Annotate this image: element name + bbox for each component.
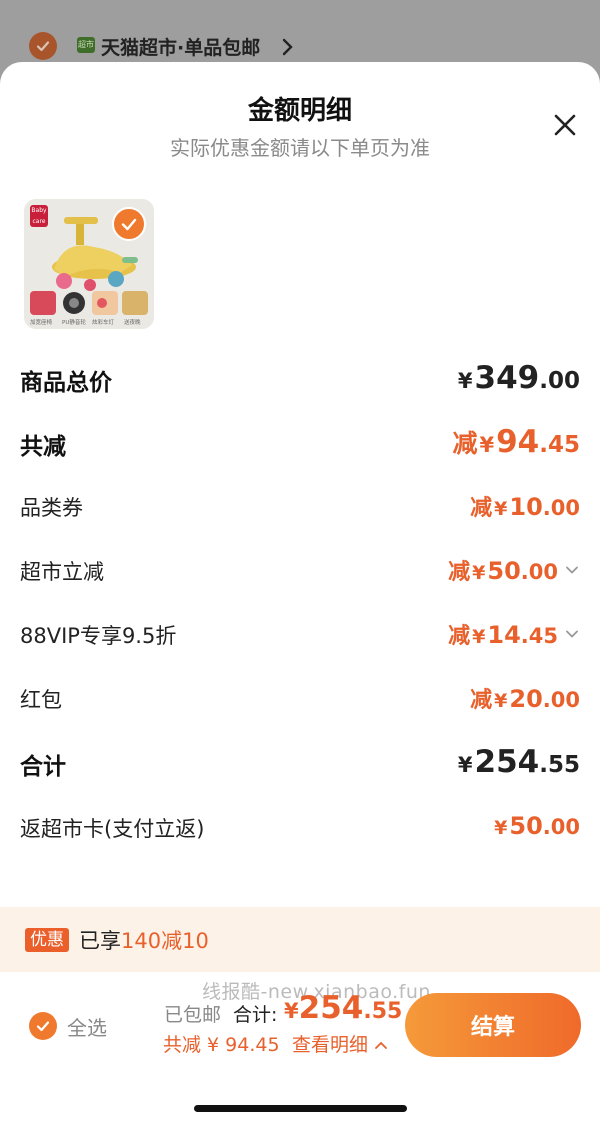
- row-label: 合计: [20, 754, 66, 780]
- home-indicator: [194, 1105, 407, 1112]
- yen-sign: ¥: [494, 690, 508, 712]
- row-amount: ¥ 50 .00: [492, 812, 580, 840]
- promo-banner: 优惠 已享140减10: [0, 907, 600, 973]
- sheet-title: 金额明细: [247, 96, 352, 126]
- total-label: 合计:: [233, 1004, 278, 1026]
- yen-sign: ¥: [457, 753, 473, 777]
- row-amount: 减 ¥ 20 .00: [470, 682, 580, 714]
- row-amount: ¥ 349 .00: [456, 360, 580, 396]
- promo-highlight: 140减10: [121, 929, 209, 953]
- select-all-label[interactable]: 全选: [67, 1012, 107, 1041]
- amount-dec: .00: [539, 368, 580, 394]
- brand-logo: Baby care: [30, 205, 48, 227]
- promo-tag: 优惠: [25, 928, 69, 952]
- yen-sign: ¥: [284, 999, 299, 1023]
- product-selected-check-icon: [112, 207, 146, 241]
- yen-sign: ¥: [479, 433, 495, 457]
- amount-dec: .00: [542, 496, 580, 520]
- store-check-icon: [29, 32, 57, 60]
- feature-label-2: PU静音轮: [62, 318, 86, 326]
- minus-prefix: 减: [448, 624, 471, 649]
- checkout-bar: 线报酷-new.xianbao.fun 全选 已包邮 合计: ¥254.55 共…: [0, 972, 600, 1127]
- select-all-check-icon[interactable]: [29, 1012, 57, 1040]
- amount-int: 254: [298, 990, 364, 1026]
- amount-dec: .55: [363, 999, 403, 1024]
- amount-dec: .00: [542, 815, 580, 839]
- view-details-label: 查看明细: [292, 1034, 369, 1056]
- checkout-button[interactable]: 结算: [405, 993, 581, 1057]
- amount-dec: .00: [542, 688, 580, 712]
- feature-label-1: 加宽座椅: [30, 318, 53, 326]
- amount-dec: .45: [520, 624, 558, 648]
- close-icon[interactable]: [551, 111, 579, 139]
- chevron-up-icon: [375, 1041, 387, 1049]
- chevron-right-icon: [282, 38, 293, 56]
- amount-int: 349: [474, 360, 540, 396]
- minus-prefix: 减: [470, 496, 493, 521]
- store-name: 天猫超市·单品包邮: [101, 37, 261, 59]
- amount-int: 20: [509, 685, 543, 713]
- yen-sign: ¥: [472, 626, 486, 648]
- row-label: 共减: [20, 434, 66, 460]
- savings-summary: 共减 ¥ 94.45: [163, 1034, 280, 1056]
- amount-dec: .55: [539, 752, 580, 778]
- shipping-label: 已包邮: [164, 1004, 222, 1026]
- sheet-subtitle: 实际优惠金额请以下单页为准: [170, 136, 430, 160]
- minus-prefix: 减: [470, 688, 493, 713]
- promo-text: 已享140减10: [79, 925, 209, 955]
- chevron-down-icon[interactable]: [564, 626, 580, 642]
- amount-detail-sheet: 金额明细 实际优惠金额请以下单页为准 加宽座椅 PU静音轮 炫彩车灯 送夜晚 B…: [0, 62, 600, 1127]
- chevron-down-icon[interactable]: [564, 562, 580, 578]
- row-amount: 减 ¥ 94 .45: [452, 424, 580, 460]
- amount-int: 50: [487, 557, 521, 585]
- row-amount: ¥ 254 .55: [456, 744, 580, 780]
- row-label: 超市立减: [20, 560, 104, 584]
- yen-sign: ¥: [457, 369, 473, 393]
- row-amount: 减 ¥ 50 .00: [448, 554, 580, 586]
- yen-sign: ¥: [494, 817, 508, 839]
- feature-label-3: 炫彩车灯: [92, 318, 115, 326]
- row-amount: 减 ¥ 10 .00: [470, 490, 580, 522]
- row-label: 返超市卡(支付立返): [20, 817, 205, 841]
- amount-int: 254: [474, 744, 540, 780]
- view-details-link[interactable]: 查看明细: [292, 1030, 388, 1057]
- yen-sign: ¥: [494, 498, 508, 520]
- yen-sign: ¥: [472, 562, 486, 584]
- row-label: 商品总价: [20, 370, 112, 396]
- minus-prefix: 减: [452, 429, 478, 458]
- row-amount: 减 ¥ 14 .45: [448, 618, 580, 650]
- product-thumbnail[interactable]: 加宽座椅 PU静音轮 炫彩车灯 送夜晚 Baby care: [24, 199, 154, 329]
- tmall-logo: 超市: [77, 37, 95, 53]
- amount-int: 14: [487, 621, 521, 649]
- amount-int: 10: [509, 493, 543, 521]
- row-label: 88VIP专享9.5折: [20, 624, 177, 648]
- amount-dec: .00: [520, 560, 558, 584]
- amount-int: 94: [496, 424, 540, 460]
- promo-prefix: 已享: [79, 929, 121, 953]
- total-amount: ¥254.55: [284, 990, 402, 1026]
- row-label: 红包: [20, 688, 62, 712]
- minus-prefix: 减: [448, 560, 471, 585]
- feature-label-4: 送夜晚: [124, 318, 141, 326]
- amount-dec: .45: [539, 432, 580, 458]
- row-label: 品类券: [20, 496, 83, 520]
- amount-int: 50: [509, 812, 543, 840]
